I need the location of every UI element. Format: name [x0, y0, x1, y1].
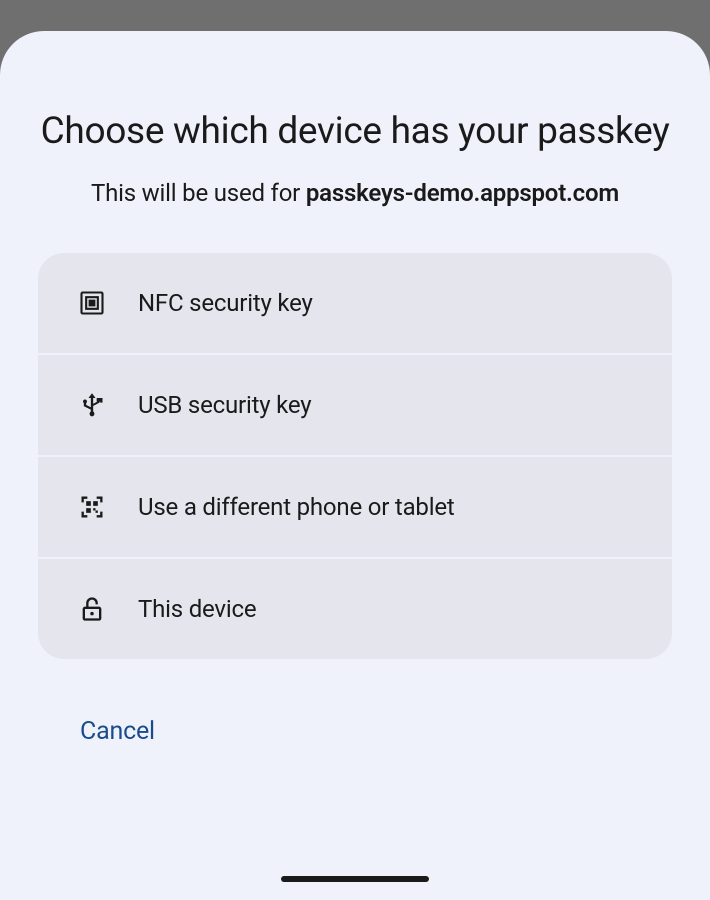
unlock-icon [78, 595, 106, 623]
dialog-title: Choose which device has your passkey [38, 109, 672, 155]
option-label: Use a different phone or tablet [138, 493, 455, 521]
passkey-device-chooser-sheet: Choose which device has your passkey Thi… [0, 31, 710, 900]
option-label: This device [138, 595, 256, 623]
option-label: USB security key [138, 391, 311, 419]
subtitle-prefix: This will be used for [91, 179, 306, 207]
navigation-handle[interactable] [281, 876, 429, 882]
option-label: NFC security key [138, 289, 313, 317]
subtitle-domain: passkeys-demo.appspot.com [306, 179, 619, 207]
dialog-subtitle: This will be used for passkeys-demo.apps… [38, 179, 672, 207]
qr-code-icon [78, 493, 106, 521]
option-usb-security-key[interactable]: USB security key [38, 355, 672, 457]
usb-icon [78, 391, 106, 419]
device-options-list: NFC security key USB security key [38, 253, 672, 659]
option-different-phone-tablet[interactable]: Use a different phone or tablet [38, 457, 672, 559]
option-nfc-security-key[interactable]: NFC security key [38, 253, 672, 355]
option-this-device[interactable]: This device [38, 559, 672, 659]
cancel-button[interactable]: Cancel [80, 717, 155, 746]
nfc-icon [78, 289, 106, 317]
